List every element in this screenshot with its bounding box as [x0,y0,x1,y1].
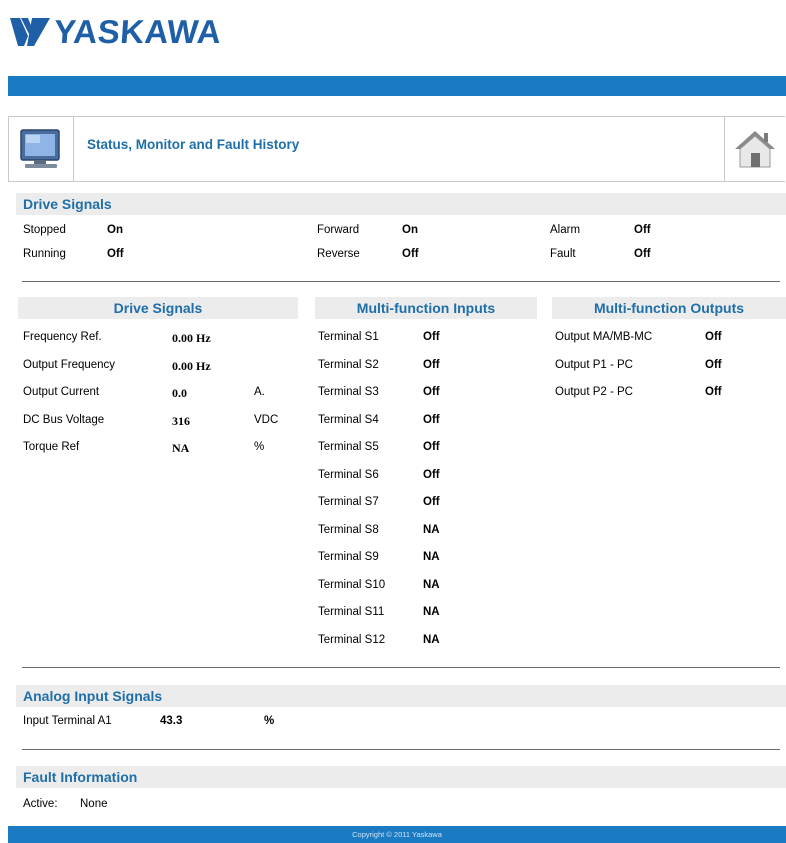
output-label: Output P1 - PC [555,359,633,371]
output-value: Off [705,359,722,371]
input-terminal-label: Terminal S3 [318,386,379,398]
divider [22,749,780,750]
copyright-text: Copyright © 2011 Yaskawa [352,830,442,839]
drive-signal-value: 316 [172,414,190,428]
fault-label: Fault [550,248,576,260]
input-terminal-label: Terminal S10 [318,579,386,591]
drive-signal-label: DC Bus Voltage [23,414,105,426]
drive-signals-band: Drive Signals [18,297,298,319]
input-terminal-value: NA [423,606,440,618]
drive-signal-unit: % [254,441,265,453]
input-terminal-value: Off [423,469,440,481]
input-terminal-value: Off [423,496,440,508]
input-terminal-value: Off [423,386,440,398]
top-accent-bar [8,76,786,96]
analog-a1-value: 43.3 [160,715,183,727]
drive-signal-value: 0.00 Hz [172,359,211,373]
analog-title: Analog Input Signals [23,688,163,704]
running-value: Off [107,248,124,260]
drive-signal-value: 0.0 [172,386,187,400]
drive-signal-unit: A. [254,386,265,398]
drive-signal-label: Frequency Ref. [23,331,102,343]
fault-active-value: None [80,798,108,810]
drive-signals-top-title: Drive Signals [23,196,112,212]
input-terminal-label: Terminal S7 [318,496,379,508]
drive-signals-title: Drive Signals [113,300,203,316]
input-terminal-value: Off [423,414,440,426]
home-button[interactable] [724,117,785,181]
fault-title: Fault Information [23,769,138,785]
input-terminal-label: Terminal S9 [318,551,379,563]
divider [22,667,780,668]
input-terminal-label: Terminal S6 [318,469,379,481]
analog-a1-unit: % [264,715,275,727]
reverse-value: Off [402,248,419,260]
drive-signal-unit: VDC [254,414,279,426]
multi-inputs-title: Multi-function Inputs [356,300,496,316]
analog-band: Analog Input Signals [16,685,786,707]
divider [22,281,780,282]
input-terminal-value: NA [423,579,440,591]
output-value: Off [705,386,722,398]
running-label: Running [23,248,66,260]
alarm-value: Off [634,224,651,236]
multi-outputs-band: Multi-function Outputs [552,297,786,319]
output-label: Output P2 - PC [555,386,633,398]
drive-signal-label: Torque Ref [23,441,80,453]
page-title: Status, Monitor and Fault History [87,137,300,152]
input-terminal-label: Terminal S5 [318,441,379,453]
forward-label: Forward [317,224,360,236]
input-terminal-value: Off [423,441,440,453]
alarm-label: Alarm [550,224,581,236]
fault-band: Fault Information [16,766,786,788]
monitor-icon-cell [9,117,74,181]
brand-name: YASKAWA [52,13,223,50]
fault-active-label: Active: [23,798,58,810]
input-terminal-label: Terminal S1 [318,331,379,343]
home-icon [735,131,775,168]
input-terminal-label: Terminal S12 [318,634,386,646]
forward-value: On [402,224,418,236]
input-terminal-value: NA [423,634,440,646]
output-value: Off [705,331,722,343]
multi-outputs-title: Multi-function Outputs [593,300,745,316]
monitor-icon [20,129,60,168]
footer: Copyright © 2011 Yaskawa [8,826,786,843]
page-header: Status, Monitor and Fault History [8,116,785,182]
reverse-label: Reverse [317,248,360,260]
input-terminal-label: Terminal S8 [318,524,379,536]
drive-signal-value: NA [172,441,190,455]
input-terminal-label: Terminal S4 [318,414,379,426]
drive-signals-top-band: Drive Signals [16,193,786,215]
drive-signal-label: Output Frequency [23,359,116,371]
input-terminal-value: Off [423,359,440,371]
input-terminal-value: Off [423,331,440,343]
yaskawa-logo-mark [10,18,50,46]
stopped-label: Stopped [23,224,66,236]
fault-value: Off [634,248,651,260]
input-terminal-label: Terminal S11 [318,606,385,618]
analog-a1-label: Input Terminal A1 [23,715,112,727]
multi-inputs-band: Multi-function Inputs [315,297,537,319]
input-terminal-value: NA [423,524,440,536]
drive-signal-label: Output Current [23,386,100,398]
yaskawa-logo: YASKAWA [8,12,223,52]
input-terminal-label: Terminal S2 [318,359,379,371]
stopped-value: On [107,224,123,236]
output-label: Output MA/MB-MC [555,331,653,343]
input-terminal-value: NA [423,551,440,563]
drive-signal-value: 0.00 Hz [172,331,211,345]
